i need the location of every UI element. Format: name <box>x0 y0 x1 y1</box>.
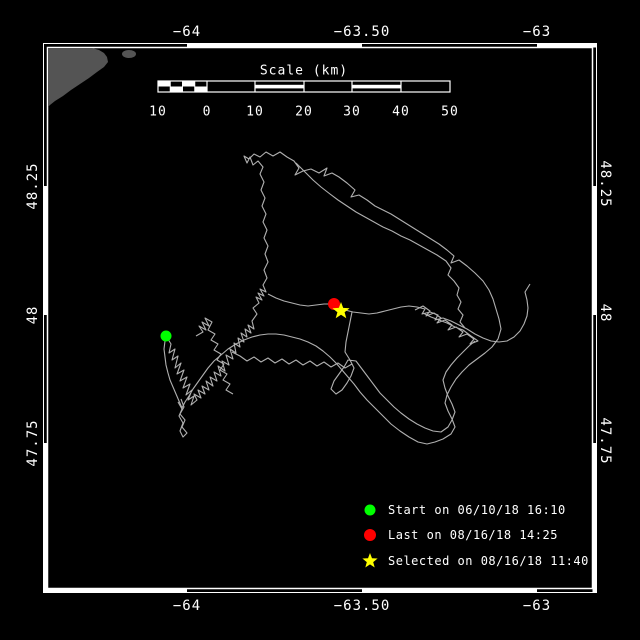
last-circle-icon <box>364 529 376 541</box>
islet <box>122 50 136 58</box>
axis-label-bottom-lon-63: −63 <box>522 598 552 614</box>
axis-label-bottom-lon-6350: −63.50 <box>333 598 391 614</box>
legend-label-selected: Selected on 08/16/18 11:40 <box>388 554 589 568</box>
scalebar-label-3: 20 <box>295 104 313 120</box>
scalebar <box>157 80 451 93</box>
legend-item-start: Start on 06/10/18 16:10 <box>360 500 566 520</box>
scalebar-label-5: 40 <box>392 104 410 120</box>
axis-label-top-lon-64: −64 <box>172 24 202 40</box>
scalebar-label-4: 30 <box>343 104 361 120</box>
scalebar-label-0: 10 <box>149 104 167 120</box>
axis-label-left-lat-4775: 47.75 <box>25 419 41 467</box>
axis-label-right-lat-48: 48 <box>597 303 613 323</box>
land-polygon <box>48 48 108 107</box>
axis-label-top-lon-6350: −63.50 <box>333 24 391 40</box>
scalebar-label-2: 10 <box>246 104 264 120</box>
start-circle-icon <box>364 504 376 516</box>
drifter-track-map-window: { "colors": { "background": "#000000", "… <box>0 0 640 640</box>
track-line-5 <box>177 398 188 438</box>
axis-label-right-lat-4825: 48.25 <box>597 160 613 208</box>
start-marker[interactable] <box>160 330 172 342</box>
scalebar-label-6: 50 <box>441 104 459 120</box>
axis-label-top-lon-63: −63 <box>522 24 552 40</box>
track-line-4 <box>330 311 476 433</box>
legend-item-last: Last on 08/16/18 14:25 <box>360 525 558 545</box>
axis-label-left-lat-48: 48 <box>25 305 41 325</box>
selected-star-icon <box>362 553 378 568</box>
legend-item-selected: Selected on 08/16/18 11:40 <box>360 551 589 571</box>
track-line-2 <box>295 162 466 329</box>
axis-label-right-lat-4775: 47.75 <box>597 417 613 465</box>
track-line-6 <box>231 351 353 369</box>
track-line-3 <box>414 305 479 345</box>
legend-label-last: Last on 08/16/18 14:25 <box>388 528 558 542</box>
axis-label-bottom-lon-64: −64 <box>172 598 202 614</box>
scalebar-label-1: 0 <box>202 104 212 120</box>
legend-label-start: Start on 06/10/18 16:10 <box>388 503 566 517</box>
axis-label-left-lat-4825: 48.25 <box>25 162 41 210</box>
scalebar-title: Scale (km) <box>259 63 349 79</box>
